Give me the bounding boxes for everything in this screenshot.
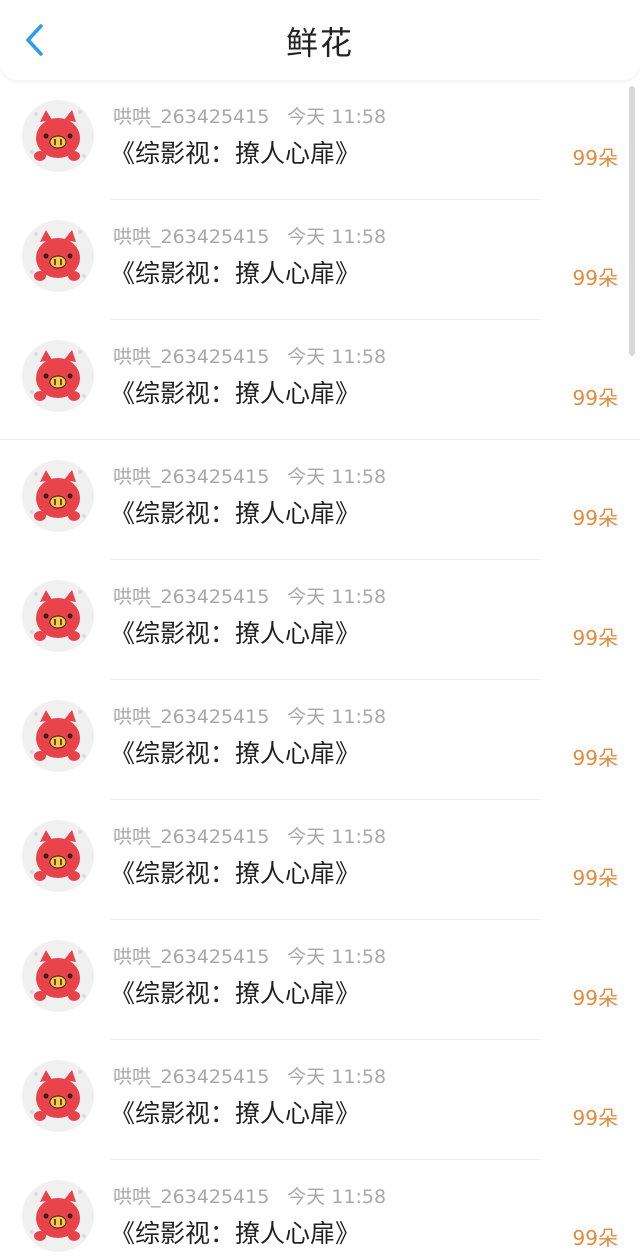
item-title: 《综影视：撩人心扉》	[110, 499, 361, 528]
item-title: 《综影视：撩人心扉》	[110, 979, 361, 1008]
red-pig-avatar-icon	[22, 460, 94, 532]
red-pig-avatar-icon	[22, 100, 94, 172]
item-title: 《综影视：撩人心扉》	[110, 379, 361, 408]
list-item[interactable]: 哄哄_263425415 今天 11:58 《综影视：撩人心扉》 99朵	[0, 560, 640, 680]
item-title: 《综影视：撩人心扉》	[110, 1219, 361, 1248]
avatar[interactable]	[22, 1180, 94, 1252]
item-time: 今天 11:58	[287, 946, 387, 968]
red-pig-avatar-icon	[22, 940, 94, 1012]
item-meta: 哄哄_263425415 今天 11:58	[113, 1062, 386, 1089]
red-pig-avatar-icon	[22, 220, 94, 292]
flower-count: 99朵	[572, 1106, 618, 1130]
item-time: 今天 11:58	[287, 826, 387, 848]
item-meta: 哄哄_263425415 今天 11:58	[113, 702, 386, 729]
item-title: 《综影视：撩人心扉》	[110, 619, 361, 648]
scrollbar[interactable]	[629, 86, 635, 356]
flower-gift-list[interactable]: 哄哄_263425415 今天 11:58 《综影视：撩人心扉》 99朵 哄哄_2…	[0, 80, 640, 1258]
item-time: 今天 11:58	[287, 706, 387, 728]
red-pig-avatar-icon	[22, 700, 94, 772]
item-time: 今天 11:58	[287, 106, 387, 128]
item-username: 哄哄_263425415	[113, 346, 270, 368]
item-username: 哄哄_263425415	[113, 706, 270, 728]
list-item[interactable]: 哄哄_263425415 今天 11:58 《综影视：撩人心扉》 99朵	[0, 1040, 640, 1160]
red-pig-avatar-icon	[22, 340, 94, 412]
item-meta: 哄哄_263425415 今天 11:58	[113, 942, 386, 969]
flower-count: 99朵	[572, 866, 618, 890]
list-item[interactable]: 哄哄_263425415 今天 11:58 《综影视：撩人心扉》 99朵	[0, 680, 640, 800]
avatar[interactable]	[22, 580, 94, 652]
item-meta: 哄哄_263425415 今天 11:58	[113, 582, 386, 609]
red-pig-avatar-icon	[22, 820, 94, 892]
red-pig-avatar-icon	[22, 1180, 94, 1252]
item-time: 今天 11:58	[287, 466, 387, 488]
flower-count: 99朵	[572, 506, 618, 530]
flower-count: 99朵	[572, 986, 618, 1010]
list-item[interactable]: 哄哄_263425415 今天 11:58 《综影视：撩人心扉》 99朵	[0, 320, 640, 440]
avatar[interactable]	[22, 460, 94, 532]
item-time: 今天 11:58	[287, 226, 387, 248]
avatar[interactable]	[22, 1060, 94, 1132]
item-meta: 哄哄_263425415 今天 11:58	[113, 1182, 386, 1209]
item-username: 哄哄_263425415	[113, 826, 270, 848]
item-username: 哄哄_263425415	[113, 1186, 270, 1208]
item-username: 哄哄_263425415	[113, 946, 270, 968]
item-time: 今天 11:58	[287, 1066, 387, 1088]
list-item[interactable]: 哄哄_263425415 今天 11:58 《综影视：撩人心扉》 99朵	[0, 440, 640, 560]
item-meta: 哄哄_263425415 今天 11:58	[113, 462, 386, 489]
list-item[interactable]: 哄哄_263425415 今天 11:58 《综影视：撩人心扉》 99朵	[0, 920, 640, 1040]
item-meta: 哄哄_263425415 今天 11:58	[113, 342, 386, 369]
avatar[interactable]	[22, 820, 94, 892]
item-meta: 哄哄_263425415 今天 11:58	[113, 822, 386, 849]
list-item[interactable]: 哄哄_263425415 今天 11:58 《综影视：撩人心扉》 99朵	[0, 800, 640, 920]
item-title: 《综影视：撩人心扉》	[110, 139, 361, 168]
top-nav-bar: 鲜花	[0, 0, 640, 80]
avatar[interactable]	[22, 220, 94, 292]
item-title: 《综影视：撩人心扉》	[110, 739, 361, 768]
avatar[interactable]	[22, 100, 94, 172]
item-time: 今天 11:58	[287, 346, 387, 368]
avatar[interactable]	[22, 700, 94, 772]
item-username: 哄哄_263425415	[113, 466, 270, 488]
item-username: 哄哄_263425415	[113, 106, 270, 128]
item-username: 哄哄_263425415	[113, 226, 270, 248]
item-username: 哄哄_263425415	[113, 586, 270, 608]
item-username: 哄哄_263425415	[113, 1066, 270, 1088]
flower-count: 99朵	[572, 266, 618, 290]
flower-count: 99朵	[572, 746, 618, 770]
item-meta: 哄哄_263425415 今天 11:58	[113, 102, 386, 129]
list-item[interactable]: 哄哄_263425415 今天 11:58 《综影视：撩人心扉》 99朵	[0, 200, 640, 320]
flower-count: 99朵	[572, 146, 618, 170]
red-pig-avatar-icon	[22, 580, 94, 652]
avatar[interactable]	[22, 340, 94, 412]
item-meta: 哄哄_263425415 今天 11:58	[113, 222, 386, 249]
list-item[interactable]: 哄哄_263425415 今天 11:58 《综影视：撩人心扉》 99朵	[0, 80, 640, 200]
red-pig-avatar-icon	[22, 1060, 94, 1132]
item-time: 今天 11:58	[287, 1186, 387, 1208]
item-title: 《综影视：撩人心扉》	[110, 259, 361, 288]
flower-count: 99朵	[572, 626, 618, 650]
page-title: 鲜花	[285, 24, 354, 62]
flower-count: 99朵	[572, 1226, 618, 1250]
avatar[interactable]	[22, 940, 94, 1012]
item-title: 《综影视：撩人心扉》	[110, 1099, 361, 1128]
flower-count: 99朵	[572, 386, 618, 410]
item-time: 今天 11:58	[287, 586, 387, 608]
item-title: 《综影视：撩人心扉》	[110, 859, 361, 888]
list-item[interactable]: 哄哄_263425415 今天 11:58 《综影视：撩人心扉》 99朵	[0, 1160, 640, 1258]
